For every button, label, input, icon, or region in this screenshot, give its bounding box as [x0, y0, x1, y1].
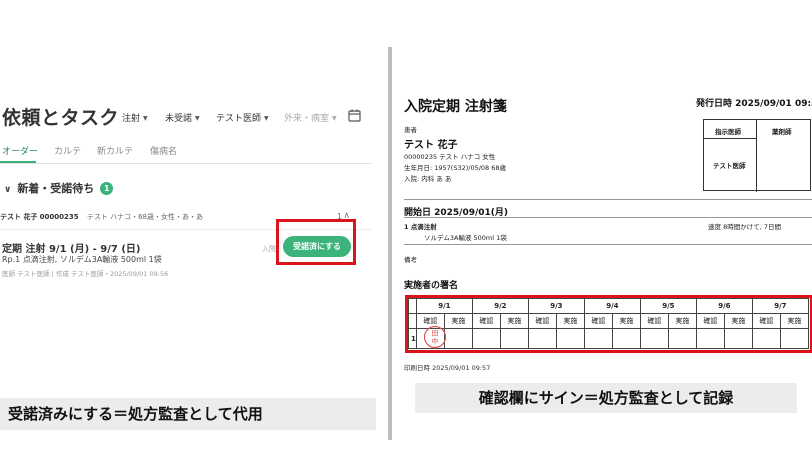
signature-cell — [471, 328, 501, 349]
patient-label: 患者 — [404, 126, 417, 134]
signature-cell — [695, 328, 725, 349]
signers-label: 実施者の署名 — [404, 281, 459, 291]
caret-down-icon: ▼ — [195, 115, 200, 122]
filter-status-dropdown[interactable]: 未受諾 ▼ — [165, 111, 200, 124]
signature-cell — [555, 328, 585, 349]
order-title: 定期 注射 9/1 (月) - 9/7 (日) — [2, 244, 141, 255]
patient-id: 00000235 — [39, 213, 79, 221]
signature-cell — [667, 328, 697, 349]
done-header: 実施 — [723, 313, 753, 329]
done-header: 実施 — [443, 313, 473, 329]
confirm-header: 確認 — [695, 313, 725, 329]
signature-cell — [751, 328, 781, 349]
filter-doctor-dropdown[interactable]: テスト医師 ▼ — [216, 111, 269, 124]
patient-name-doc: テスト 花子 — [404, 140, 458, 151]
highlight-annotation — [276, 219, 356, 265]
printed-datetime: 印刷日時 2025/09/01 09:57 — [404, 364, 491, 372]
done-header: 実施 — [611, 313, 641, 329]
tab-bar: オーダー カルテ 新カルテ 傷病名 — [0, 140, 372, 164]
svg-text:田: 田 — [432, 330, 439, 338]
active-tab-indicator — [0, 161, 36, 163]
filter-type-dropdown[interactable]: 注射 ▼ — [122, 111, 148, 124]
task-panel: 依頼とタスク 注射 ▼ 未受諾 ▼ テスト医師 ▼ 外来・病室 ▼ オーダー カルテ 新… — [0, 100, 378, 430]
date-header: 9/5 — [639, 298, 697, 314]
caret-down-icon: ▼ — [332, 115, 337, 122]
page-title: 依頼とタスク — [2, 107, 120, 129]
caption-left: 受諾済みにする＝処方監査として代用 — [0, 398, 376, 430]
table-corner — [408, 298, 417, 314]
issued-datetime: 発行日時 2025/09/01 09:56 — [696, 99, 812, 109]
sign-box-divider — [704, 138, 756, 139]
panel-divider — [388, 47, 392, 440]
done-header: 実施 — [499, 313, 529, 329]
signature-cell — [723, 328, 753, 349]
date-header: 9/3 — [527, 298, 585, 314]
svg-text:中: 中 — [432, 337, 439, 346]
department-label: 入院 — [262, 245, 276, 253]
patient-id-line: 00000235 テスト ハナコ 女性 — [404, 153, 496, 161]
date-header: 9/4 — [583, 298, 641, 314]
date-header: 9/2 — [471, 298, 529, 314]
tab-diagnosis[interactable]: 傷病名 — [150, 144, 177, 157]
divider-line — [404, 199, 812, 200]
rx-rate: 速度 8時間かけて, 7日間 — [708, 223, 781, 231]
date-header: 9/7 — [751, 298, 809, 314]
rx-line: 1 点滴注射 — [404, 223, 437, 231]
remarks-label: 備考 — [404, 256, 417, 264]
caret-down-icon: ▼ — [264, 115, 269, 122]
date-header: 9/1 — [415, 298, 473, 314]
done-header: 実施 — [667, 313, 697, 329]
patient-name: テスト 花子 — [0, 213, 38, 221]
done-header: 実施 — [779, 313, 809, 329]
tab-new-karte[interactable]: 新カルテ — [97, 144, 133, 157]
divider-line — [404, 217, 812, 218]
count-badge: 1 — [100, 182, 114, 195]
signature-cell — [443, 328, 473, 349]
pharmacist-label: 薬剤師 — [772, 128, 792, 136]
app-header: 依頼とタスク 注射 ▼ 未受諾 ▼ テスト医師 ▼ 外来・病室 ▼ — [0, 102, 378, 132]
chevron-down-icon: ∨ — [4, 185, 12, 195]
signature-box: 指示医師 薬剤師 テスト医師 — [703, 119, 811, 192]
tab-order[interactable]: オーダー — [2, 144, 38, 157]
signature-cell — [583, 328, 613, 349]
table-corner — [408, 313, 417, 329]
filter-label: 注射 — [122, 114, 141, 124]
tab-karte[interactable]: カルテ — [54, 144, 81, 157]
section-new-pending[interactable]: ∨ 新着・受諾待ち 1 — [4, 180, 114, 196]
confirm-header: 確認 — [583, 313, 613, 329]
hanko-seal-icon: 田 中 — [423, 325, 447, 349]
patient-details: テスト ハナコ・68歳・女性・あ・あ — [86, 213, 204, 221]
signature-cell — [499, 328, 529, 349]
signature-table: 9/1 9/2 9/3 9/4 9/5 9/6 9/7 確認 実施 確認 実施 確認… — [408, 298, 809, 349]
patient-admission-line: 入院: 内科 あ あ — [404, 175, 452, 183]
sign-box-divider — [756, 120, 757, 192]
confirm-header: 確認 — [471, 313, 501, 329]
section-label: 新着・受諾待ち — [17, 182, 95, 195]
filter-ward-dropdown[interactable]: 外来・病室 ▼ — [284, 111, 337, 124]
row-number: 1 — [408, 328, 417, 349]
calendar-icon[interactable] — [348, 109, 361, 122]
patient-birth-line: 生年月日: 1957(S32)/05/08 68歳 — [404, 164, 507, 172]
signature-cell — [639, 328, 669, 349]
divider-line — [404, 244, 812, 245]
filter-label: 外来・病室 — [284, 114, 330, 124]
doctor-name: テスト医師 — [713, 162, 746, 170]
confirm-header: 確認 — [639, 313, 669, 329]
signature-cell — [527, 328, 557, 349]
order-meta: 医師 テスト医師 | 作成 テスト医師・2025/09/01 09:56 — [2, 270, 169, 278]
caret-down-icon: ▼ — [143, 115, 148, 122]
confirm-header: 確認 — [527, 313, 557, 329]
document-title: 入院定期 注射箋 — [404, 99, 507, 115]
signature-cell — [611, 328, 641, 349]
filter-label: 未受諾 — [165, 114, 193, 124]
caption-right: 確認欄にサイン＝処方監査として記録 — [415, 383, 797, 413]
filter-label: テスト医師 — [216, 114, 262, 124]
date-header: 9/6 — [695, 298, 753, 314]
order-detail: Rp.1 点滴注射, ソルデム3A輸液 500ml 1袋 — [2, 255, 162, 264]
done-header: 実施 — [555, 313, 585, 329]
doctor-label: 指示医師 — [715, 128, 741, 136]
rx-drug: ソルデム3A輸液 500ml 1袋 — [424, 234, 507, 242]
signature-cell — [779, 328, 809, 349]
confirm-header: 確認 — [751, 313, 781, 329]
